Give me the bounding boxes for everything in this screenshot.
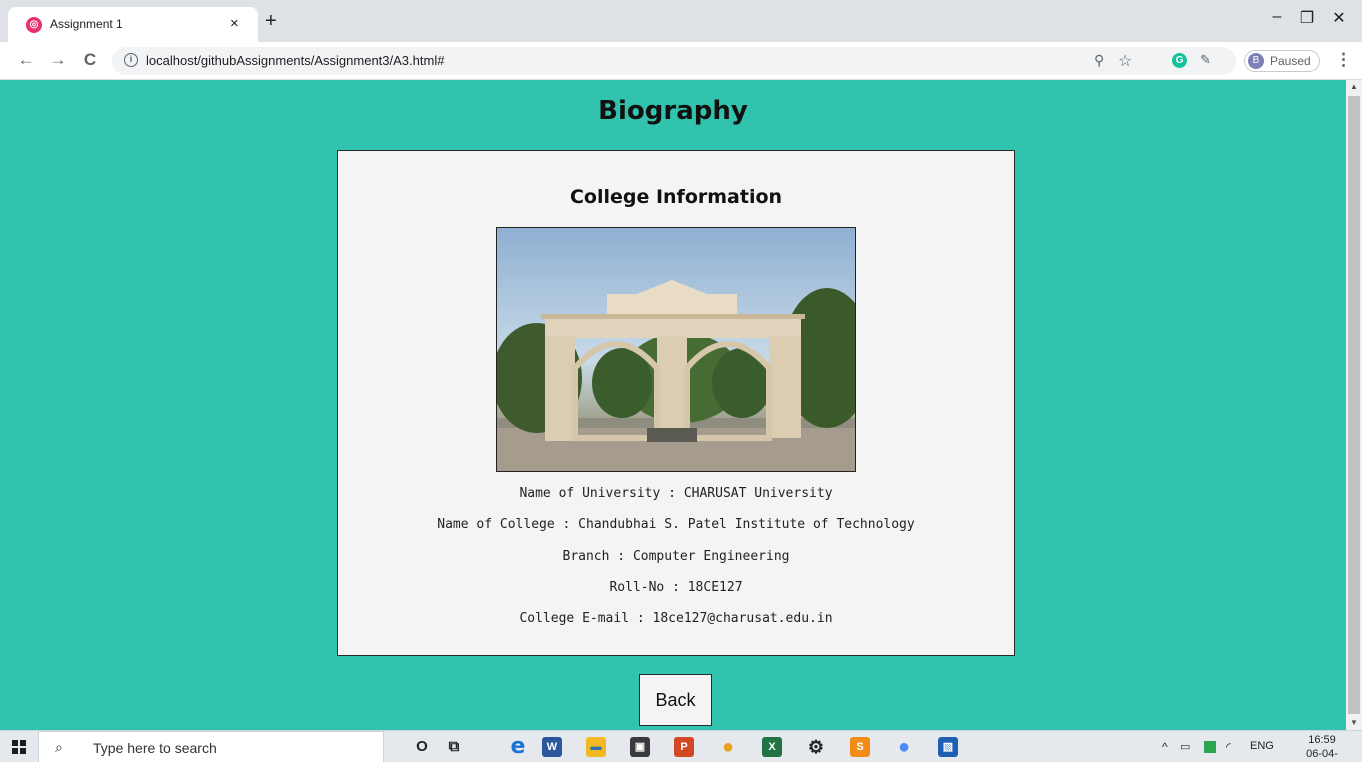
tray-chevron-icon[interactable]: ^ [1162, 740, 1168, 754]
windows-taskbar: ⌕ Type here to search O ⧉ e W ▬ ▣ P ● X … [0, 730, 1362, 762]
browser-tab[interactable]: ◎ Assignment 1 × [8, 7, 258, 42]
college-email: College E-mail : 18ce127@charusat.edu.in [519, 611, 833, 626]
scroll-down-icon[interactable]: ▼ [1346, 716, 1362, 730]
word-icon[interactable]: W [542, 737, 562, 757]
scroll-up-icon[interactable]: ▲ [1346, 80, 1362, 94]
search-placeholder: Type here to search [93, 740, 217, 756]
powerpoint-icon[interactable]: P [674, 737, 694, 757]
college-gate-photo [496, 227, 856, 472]
restore-icon[interactable]: ❐ [1292, 8, 1322, 28]
avatar: B [1248, 53, 1264, 69]
battery-icon[interactable]: ▭ [1180, 740, 1190, 753]
search-icon: ⌕ [55, 739, 63, 755]
card-title: College Information [569, 186, 783, 208]
profile-button[interactable]: B Paused [1244, 50, 1320, 72]
clock-date: 06-04-2020 [1306, 748, 1338, 760]
task-view-icon[interactable]: ⧉ [444, 737, 464, 757]
taskbar-search-input[interactable]: ⌕ Type here to search [38, 731, 384, 762]
minimize-icon[interactable]: – [1262, 8, 1292, 26]
page-viewport: Biography College Information Name of Un… [0, 80, 1362, 730]
back-arrow-icon[interactable]: ← [16, 50, 36, 70]
clock-time: 16:59 [1308, 734, 1336, 746]
browser-menu-icon[interactable]: ⋮ [1335, 50, 1352, 70]
tab-title: Assignment 1 [50, 17, 123, 31]
address-url[interactable]: localhost/githubAssignments/Assignment3/… [146, 53, 444, 68]
page-title: Biography [598, 96, 748, 126]
tab-strip: ◎ Assignment 1 × + – ❐ ✕ [0, 0, 1362, 42]
back-button[interactable]: Back [639, 674, 712, 726]
chrome-icon[interactable]: ● [718, 737, 738, 757]
edge-icon[interactable]: e [508, 736, 528, 758]
branch: Branch : Computer Engineering [562, 549, 790, 564]
photos-icon[interactable]: ▧ [938, 737, 958, 757]
zoom-icon[interactable]: ⚲ [1094, 52, 1104, 69]
scroll-thumb[interactable] [1348, 96, 1360, 714]
college-name: Name of College : Chandubhai S. Patel In… [437, 517, 915, 532]
profile-status: Paused [1270, 54, 1311, 68]
excel-icon[interactable]: X [762, 737, 782, 757]
wifi-icon[interactable]: ◜ [1226, 740, 1231, 754]
page-scrollbar[interactable]: ▲ ▼ [1346, 80, 1362, 730]
browser-toolbar: ← → C i localhost/githubAssignments/Assi… [0, 42, 1362, 80]
cortana-icon[interactable]: O [412, 737, 432, 757]
store-icon[interactable]: ▣ [630, 737, 650, 757]
windows-start-icon[interactable] [12, 740, 26, 754]
sublime-text-icon[interactable]: S [850, 737, 870, 757]
new-tab-icon[interactable]: + [265, 11, 277, 31]
system-clock[interactable]: 16:59 06-04-2020 [1300, 733, 1344, 762]
file-explorer-icon[interactable]: ▬ [586, 737, 606, 757]
tab-close-icon[interactable]: × [230, 15, 239, 32]
tab-favicon-icon: ◎ [26, 17, 42, 33]
college-info-card: College Information Name of University:… [337, 150, 1015, 656]
settings-gear-icon[interactable]: ⚙ [806, 737, 826, 757]
chrome-profile-icon[interactable]: ● [894, 737, 914, 757]
grammarly-extension-icon[interactable]: G [1172, 53, 1187, 68]
site-info-icon[interactable]: i [124, 53, 138, 67]
bookmark-star-icon[interactable]: ☆ [1118, 51, 1132, 71]
tray-app-icon[interactable] [1204, 741, 1216, 753]
window-close-icon[interactable]: ✕ [1324, 8, 1354, 28]
language-indicator[interactable]: ENG [1250, 740, 1274, 752]
college-gate-illustration [497, 280, 855, 471]
reload-icon[interactable]: C [80, 50, 100, 70]
roll-number: Roll-No : 18CE127 [609, 580, 743, 595]
forward-arrow-icon[interactable]: → [48, 50, 68, 70]
address-bar[interactable]: i localhost/githubAssignments/Assignment… [112, 47, 1236, 75]
extension-icon[interactable]: ✎ [1200, 52, 1211, 68]
university-name: Name of University : CHARUSAT University [519, 486, 833, 501]
